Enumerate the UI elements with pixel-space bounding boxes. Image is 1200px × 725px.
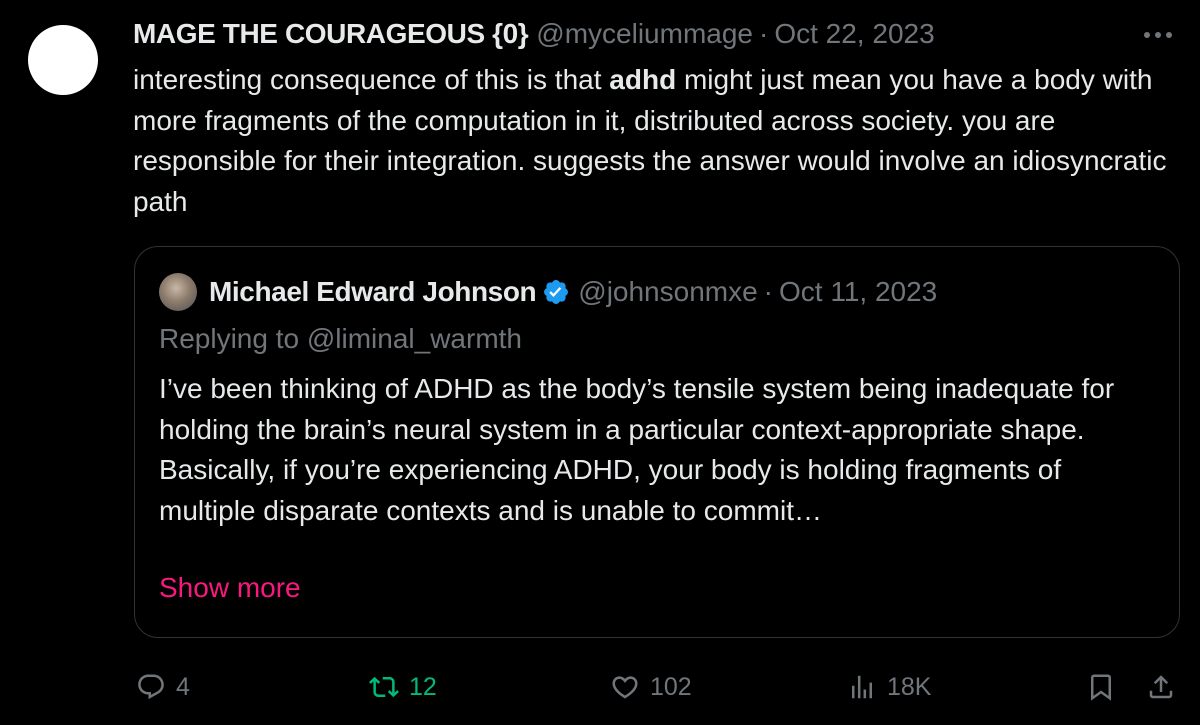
quoted-tweet-header: Michael Edward Johnson @johnsonmxe · Oct… [159, 272, 937, 312]
action-bar: 4 12 102 18K [0, 665, 1200, 709]
quoted-header-separator: · [763, 276, 773, 307]
bar-chart-icon [847, 672, 877, 702]
bookmark-icon [1086, 672, 1116, 702]
author-name[interactable]: MAGE THE COURAGEOUS {0} [133, 18, 529, 50]
views-button[interactable]: 18K [847, 665, 931, 709]
tweet-body-start: interesting consequence of this is that [133, 64, 610, 95]
verified-badge-icon [542, 278, 570, 306]
repost-button[interactable]: 12 [369, 665, 437, 709]
reply-button[interactable]: 4 [136, 665, 190, 709]
quoted-tweet-card[interactable]: Michael Edward Johnson @johnsonmxe · Oct… [134, 246, 1180, 638]
reply-bubble-icon [136, 672, 166, 702]
bookmark-button[interactable] [1086, 665, 1116, 709]
quoted-author-name[interactable]: Michael Edward Johnson [209, 276, 537, 308]
tweet-body-bold: adhd [609, 64, 677, 95]
quoted-tweet-date[interactable]: Oct 11, 2023 [779, 276, 937, 308]
repost-arrows-icon [369, 672, 399, 702]
share-upload-icon [1146, 672, 1176, 702]
quoted-author-handle[interactable]: @johnsonmxe [578, 276, 757, 308]
like-count: 102 [650, 672, 692, 701]
reply-count: 4 [176, 672, 190, 701]
views-count: 18K [887, 672, 932, 701]
show-more-link[interactable]: Show more [159, 572, 301, 604]
author-avatar[interactable] [28, 25, 98, 95]
share-button[interactable] [1146, 665, 1176, 709]
tweet-date[interactable]: Oct 22, 2023 [774, 18, 934, 50]
quoted-author-avatar[interactable] [159, 273, 197, 311]
author-handle[interactable]: @myceliummage [536, 18, 753, 50]
more-dots-icon[interactable] [1138, 20, 1178, 50]
tweet-header: MAGE THE COURAGEOUS {0} @myceliummage · … [133, 14, 935, 54]
like-button[interactable]: 102 [610, 665, 692, 709]
replying-to-label[interactable]: Replying to @liminal_warmth [159, 323, 522, 355]
tweet-body: interesting consequence of this is that … [133, 60, 1173, 222]
header-separator: · [759, 18, 769, 49]
quoted-tweet-body: I’ve been thinking of ADHD as the body’s… [159, 373, 1115, 526]
repost-count: 12 [409, 672, 437, 701]
heart-icon [610, 672, 640, 702]
